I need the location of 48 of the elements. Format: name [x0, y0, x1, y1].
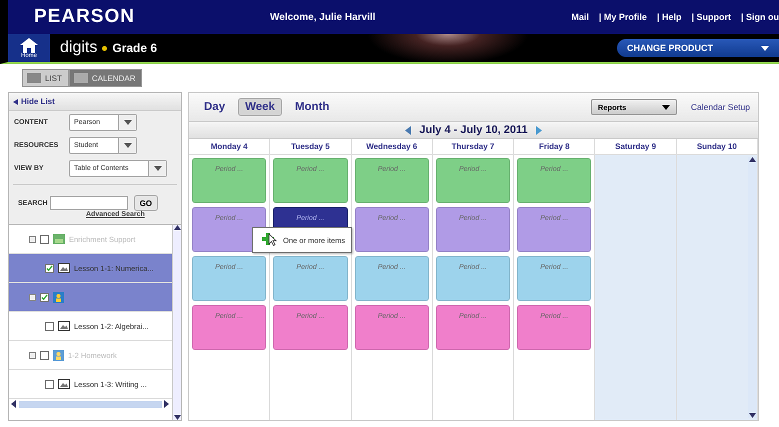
next-arrow-icon[interactable] — [536, 126, 542, 134]
calendar-setup-link[interactable]: Calendar Setup — [690, 102, 750, 112]
hide-list-link[interactable]: Hide List — [9, 93, 181, 111]
checkbox[interactable] — [45, 264, 54, 272]
grade-label: Grade 6 — [112, 41, 158, 55]
scroll-down-icon[interactable] — [174, 415, 180, 420]
view-tab[interactable]: Day — [197, 98, 232, 116]
product-name: digits — [60, 39, 98, 57]
date-range: July 4 - July 10, 2011 — [419, 124, 528, 136]
view-toggle-button[interactable]: LIST — [22, 69, 69, 87]
caret-icon — [761, 46, 769, 50]
view-toggle-button[interactable]: CALENDAR — [68, 69, 142, 87]
scroll-up-icon[interactable] — [749, 157, 756, 162]
header-link[interactable]: | Help — [656, 12, 682, 22]
scroll-up-icon[interactable] — [174, 225, 180, 230]
horizontal-scrollbar[interactable] — [9, 399, 172, 409]
calendar-icon — [74, 73, 88, 83]
view-tab[interactable]: Month — [288, 98, 336, 116]
vertical-scrollbar[interactable] — [748, 157, 757, 418]
scroll-down-icon[interactable] — [749, 413, 756, 418]
brand-logo: PEARSON — [34, 6, 136, 28]
welcome-text: Welcome, Julie Harvill — [270, 12, 376, 22]
caret-icon — [154, 166, 162, 171]
caret-icon — [124, 120, 132, 125]
scroll-left-icon[interactable] — [11, 400, 17, 408]
header-link[interactable]: | Sign ou — [740, 12, 779, 22]
caret-icon — [124, 143, 132, 148]
view-tab[interactable]: Week — [238, 98, 282, 116]
vertical-scrollbar[interactable] — [172, 225, 181, 420]
checkbox[interactable] — [45, 380, 54, 388]
bullet-dot-icon — [102, 46, 108, 50]
header-link[interactable]: Mail — [571, 12, 589, 22]
scroll-right-icon[interactable] — [164, 400, 170, 408]
home-icon — [20, 38, 38, 52]
list-icon — [27, 73, 41, 83]
header-link[interactable]: | Support — [691, 12, 731, 22]
caret-icon — [662, 104, 670, 110]
add-cursor-icon — [261, 232, 277, 248]
checkbox[interactable] — [45, 322, 54, 330]
expand-icon[interactable] — [29, 294, 36, 300]
header-link[interactable]: | My Profile — [598, 12, 647, 22]
tree-item[interactable] — [9, 283, 172, 312]
checkbox[interactable] — [40, 292, 49, 302]
previous-arrow-icon[interactable] — [405, 126, 412, 134]
left-triangle-icon — [13, 98, 18, 104]
search-field[interactable] — [50, 196, 128, 210]
go-button[interactable]: GO — [134, 195, 158, 211]
change-product-dropdown[interactable]: CHANGE PRODUCT — [617, 39, 779, 57]
